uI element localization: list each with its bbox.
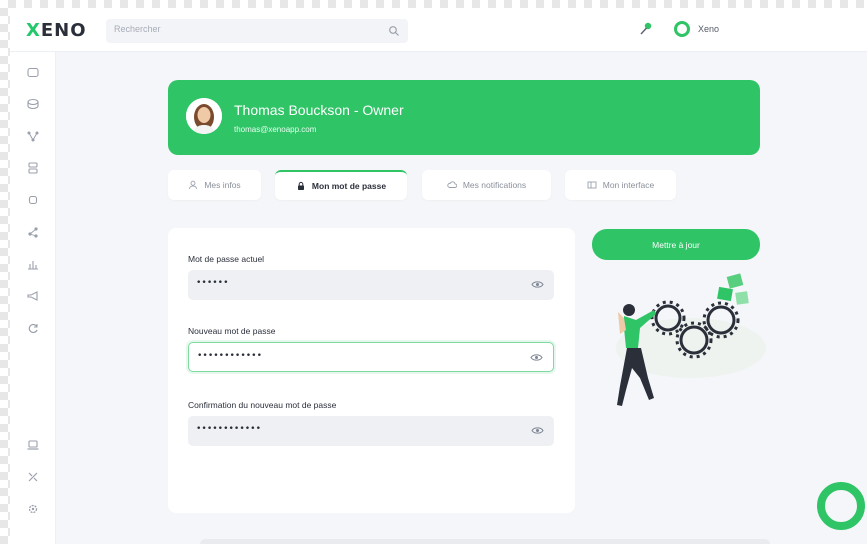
lock-icon <box>297 181 304 190</box>
gears-illustration <box>616 273 766 406</box>
user-icon <box>189 180 198 190</box>
tab-label: Mes infos <box>204 180 241 190</box>
tab-mon-interface[interactable]: Mon interface <box>565 170 676 200</box>
search-input[interactable] <box>114 24 374 34</box>
sidebar-chart-icon[interactable] <box>26 257 40 271</box>
top-bar: XENO Xeno <box>10 8 867 52</box>
bottom-shadow-bar <box>200 539 770 544</box>
avatar[interactable] <box>186 98 222 134</box>
sidebar-refresh-icon[interactable] <box>26 321 40 335</box>
sidebar-database-icon[interactable] <box>26 161 40 175</box>
tab-mes-infos[interactable]: Mes infos <box>168 170 261 200</box>
new-password-field[interactable] <box>188 342 554 372</box>
current-password-field[interactable] <box>188 270 554 300</box>
sidebar-network-icon[interactable] <box>26 129 40 143</box>
sidebar-gear-icon[interactable] <box>26 502 40 516</box>
app-window: XENO Xeno <box>10 8 867 544</box>
profile-name: Thomas Bouckson - Owner <box>234 102 404 118</box>
cloud-icon <box>447 181 457 188</box>
confirm-password-field[interactable] <box>188 416 554 446</box>
eye-icon[interactable] <box>531 425 544 436</box>
tab-label: Mon interface <box>602 180 655 190</box>
user-menu-label[interactable]: Xeno <box>698 24 719 34</box>
sidebar-share-icon[interactable] <box>26 225 40 239</box>
sidebar-settings-gear-icon[interactable] <box>26 193 40 207</box>
pin-icon[interactable] <box>638 21 654 37</box>
profile-email: thomas@xenoapp.com <box>234 125 317 134</box>
search-icon[interactable] <box>388 25 400 37</box>
search-box[interactable] <box>106 19 408 43</box>
layout-icon <box>587 181 597 189</box>
tab-label: Mon mot de passe <box>311 181 387 191</box>
new-password-label: Nouveau mot de passe <box>188 326 276 336</box>
chat-support-icon[interactable] <box>816 480 866 532</box>
current-password-label: Mot de passe actuel <box>188 254 265 264</box>
new-password-input[interactable] <box>197 351 517 361</box>
password-form-card: Mot de passe actuel Nouveau mot de passe… <box>168 228 575 513</box>
sidebar-megaphone-icon[interactable] <box>26 289 40 303</box>
sidebar-laptop-icon[interactable] <box>26 438 40 452</box>
profile-header-card: Thomas Bouckson - Owner thomas@xenoapp.c… <box>168 80 760 155</box>
xeno-logo[interactable]: XENO <box>26 20 87 41</box>
user-status-ring-icon[interactable] <box>673 20 691 38</box>
sidebar-tools-icon[interactable] <box>26 470 40 484</box>
tab-label: Mes notifications <box>462 180 527 190</box>
sidebar-box-icon[interactable] <box>26 97 40 111</box>
eye-icon[interactable] <box>530 352 543 363</box>
update-button[interactable]: Mettre à jour <box>592 229 760 260</box>
confirm-password-input[interactable] <box>196 424 516 434</box>
tab-mes-notifications[interactable]: Mes notifications <box>422 170 551 200</box>
sidebar <box>10 52 56 544</box>
confirm-password-label: Confirmation du nouveau mot de passe <box>188 400 337 410</box>
tab-mon-mot-de-passe[interactable]: Mon mot de passe <box>275 170 407 200</box>
sidebar-chat-icon[interactable] <box>26 66 40 80</box>
current-password-input[interactable] <box>196 278 516 288</box>
eye-icon[interactable] <box>531 279 544 290</box>
